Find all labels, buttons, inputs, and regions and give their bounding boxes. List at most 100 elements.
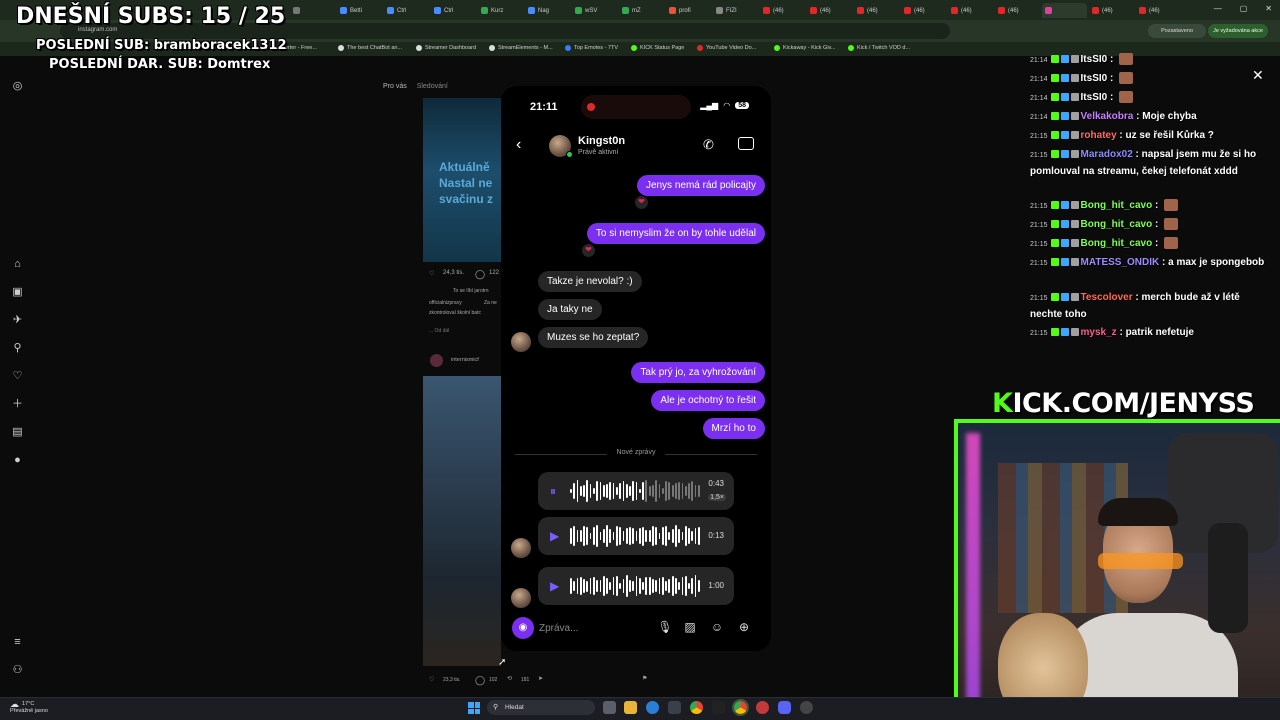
create-icon[interactable]: ＋	[11, 398, 24, 411]
chat-username[interactable]: MATESS_ONDIK	[1081, 257, 1160, 268]
browser-tab[interactable]: (46)	[1089, 3, 1134, 18]
tab-for-you[interactable]: Pro vás	[383, 83, 407, 90]
heart-reaction-icon[interactable]: ❤	[581, 243, 596, 258]
chat-username[interactable]: ItsSI0	[1081, 92, 1108, 103]
browser-tab[interactable]: Ctrl	[384, 3, 429, 18]
dashboard-icon[interactable]: ▤	[11, 426, 24, 439]
instagram-logo-icon[interactable]: ◎	[11, 80, 24, 93]
chat-username[interactable]: rohatey	[1081, 130, 1117, 141]
voice-message[interactable]: ⏸ 0:43 1,5×	[538, 472, 734, 510]
like-icon[interactable]: ♡	[429, 676, 434, 683]
browser-tab[interactable]: profi	[666, 3, 711, 18]
profile-avatar-icon[interactable]: ●	[11, 454, 24, 467]
obs-icon[interactable]	[800, 701, 813, 714]
bookmark-item[interactable]: Streamer Dashboard	[416, 45, 476, 51]
close-window-icon[interactable]: ✕	[1265, 4, 1272, 13]
browser-tab[interactable]: Nag	[525, 3, 570, 18]
share-icon[interactable]: ➤	[538, 675, 543, 682]
message-bubble-out[interactable]: Ale je ochotný to řešit	[651, 390, 765, 411]
phone-call-icon[interactable]: ✆	[703, 137, 714, 153]
browser-tab[interactable]: (46)	[948, 3, 993, 18]
chrome-icon[interactable]	[690, 701, 703, 714]
message-bubble-out[interactable]: To si nemyslim že on by tohle udělal	[586, 223, 765, 244]
waveform[interactable]	[570, 523, 700, 549]
terminal-icon[interactable]	[712, 701, 725, 714]
discord-icon[interactable]	[778, 701, 791, 714]
file-explorer-icon[interactable]	[624, 701, 637, 714]
bookmark-item[interactable]: Kickaway - Kick Giv...	[774, 45, 835, 51]
play-icon[interactable]: ▶	[550, 529, 559, 543]
heart-reaction-icon[interactable]: ❤	[634, 195, 649, 210]
message-bubble-in[interactable]: Ja taky ne	[538, 299, 602, 320]
message-bubble-out[interactable]: Mrzí ho to	[702, 418, 765, 439]
bookmark-item[interactable]: The best ChatBot an...	[338, 45, 402, 51]
video-call-icon[interactable]	[738, 137, 754, 150]
comment-icon[interactable]: ◯	[475, 675, 485, 686]
chat-username[interactable]: ItsSI0	[1081, 73, 1108, 84]
like-icon[interactable]: ♡	[429, 270, 434, 277]
post-author[interactable]: internismicf	[451, 357, 479, 363]
messages-icon[interactable]: ✈	[11, 314, 24, 327]
chrome-profile-icon[interactable]	[732, 699, 749, 716]
meta-icon[interactable]: ⚇	[11, 664, 24, 677]
post-image[interactable]: Aktuálně Nastal ne svačinu z	[423, 98, 501, 262]
search-icon[interactable]: ⚲	[11, 342, 24, 355]
task-view-icon[interactable]	[603, 701, 616, 714]
browser-tab[interactable]	[290, 3, 335, 18]
chat-username[interactable]: mysk_z	[1081, 327, 1117, 338]
camera-icon[interactable]: ◉	[512, 617, 534, 639]
chat-username[interactable]: Bong_hit_cavo	[1081, 200, 1153, 211]
pause-icon[interactable]: ⏸	[550, 484, 556, 499]
sticker-icon[interactable]: ☺	[709, 619, 725, 635]
add-icon[interactable]: ⊕	[736, 619, 752, 635]
edge-icon[interactable]	[646, 701, 659, 714]
browser-tab[interactable]: FIZI	[713, 3, 758, 18]
message-bubble-out[interactable]: Jenys nemá rád policajty	[636, 175, 765, 196]
chat-username[interactable]: Maradox02	[1081, 149, 1133, 160]
profile-chip[interactable]: Pozastaveno	[1148, 24, 1206, 38]
more-link[interactable]: ... Od dál	[429, 328, 449, 334]
home-icon[interactable]: ⌂	[11, 258, 24, 271]
microphone-icon[interactable]: 🎙︎	[657, 619, 673, 635]
waveform[interactable]	[570, 478, 700, 504]
maximize-icon[interactable]: ▢	[1240, 4, 1248, 13]
browser-tab[interactable]: wSV	[572, 3, 617, 18]
browser-tab[interactable]: mZ	[619, 3, 664, 18]
post-author[interactable]: officialnizpravy	[429, 300, 462, 306]
store-icon[interactable]	[668, 701, 681, 714]
play-icon[interactable]: ▶	[550, 579, 559, 593]
message-bubble-in[interactable]: Muzes se ho zeptat?	[538, 327, 649, 348]
chat-username[interactable]: Velkakobra	[1081, 111, 1134, 122]
browser-tab[interactable]: (46)	[901, 3, 946, 18]
notifications-icon[interactable]: ♡	[11, 370, 24, 383]
more-menu-icon[interactable]: ≡	[11, 636, 24, 649]
message-bubble-out[interactable]: Tak prý jo, za vyhrožování	[631, 362, 765, 383]
bookmark-item[interactable]: Top Emotes - 7TV	[565, 45, 618, 51]
bookmark-item[interactable]: StreamElements - M...	[489, 45, 553, 51]
app-icon[interactable]	[756, 701, 769, 714]
browser-tab[interactable]	[1042, 3, 1087, 18]
message-bubble-in[interactable]: Takze je nevolal? :)	[538, 271, 642, 292]
chat-username[interactable]: ItsSI0	[1081, 54, 1108, 65]
taskbar-search[interactable]: ⚲ Hledat	[487, 700, 595, 715]
browser-tab[interactable]: Ctrl	[431, 3, 476, 18]
contact-name[interactable]: Kingst0n	[578, 135, 625, 147]
close-icon[interactable]: ✕	[1252, 67, 1264, 84]
start-button-icon[interactable]	[468, 702, 480, 714]
comment-icon[interactable]: ◯	[475, 269, 485, 280]
post-author-avatar[interactable]	[430, 354, 443, 367]
tab-following[interactable]: Sledování	[417, 83, 448, 90]
minimize-icon[interactable]: —	[1214, 4, 1222, 13]
chat-username[interactable]: Bong_hit_cavo	[1081, 219, 1153, 230]
bookmark-item[interactable]: KICK Status Page	[631, 45, 684, 51]
repost-icon[interactable]: ⟲	[507, 675, 512, 682]
voice-message[interactable]: ▶ 0:13	[538, 517, 734, 555]
browser-tab[interactable]: (46)	[760, 3, 805, 18]
browser-tab[interactable]: (46)	[1136, 3, 1181, 18]
update-required-chip[interactable]: Je vyžadována akce	[1208, 24, 1268, 38]
chat-username[interactable]: Tescolover	[1081, 292, 1133, 303]
voice-message[interactable]: ▶ 1:00	[538, 567, 734, 605]
bookmark-item[interactable]: Kick / Twitch VOD d...	[848, 45, 910, 51]
browser-tab[interactable]: (46)	[807, 3, 852, 18]
back-icon[interactable]: ‹	[516, 136, 521, 154]
